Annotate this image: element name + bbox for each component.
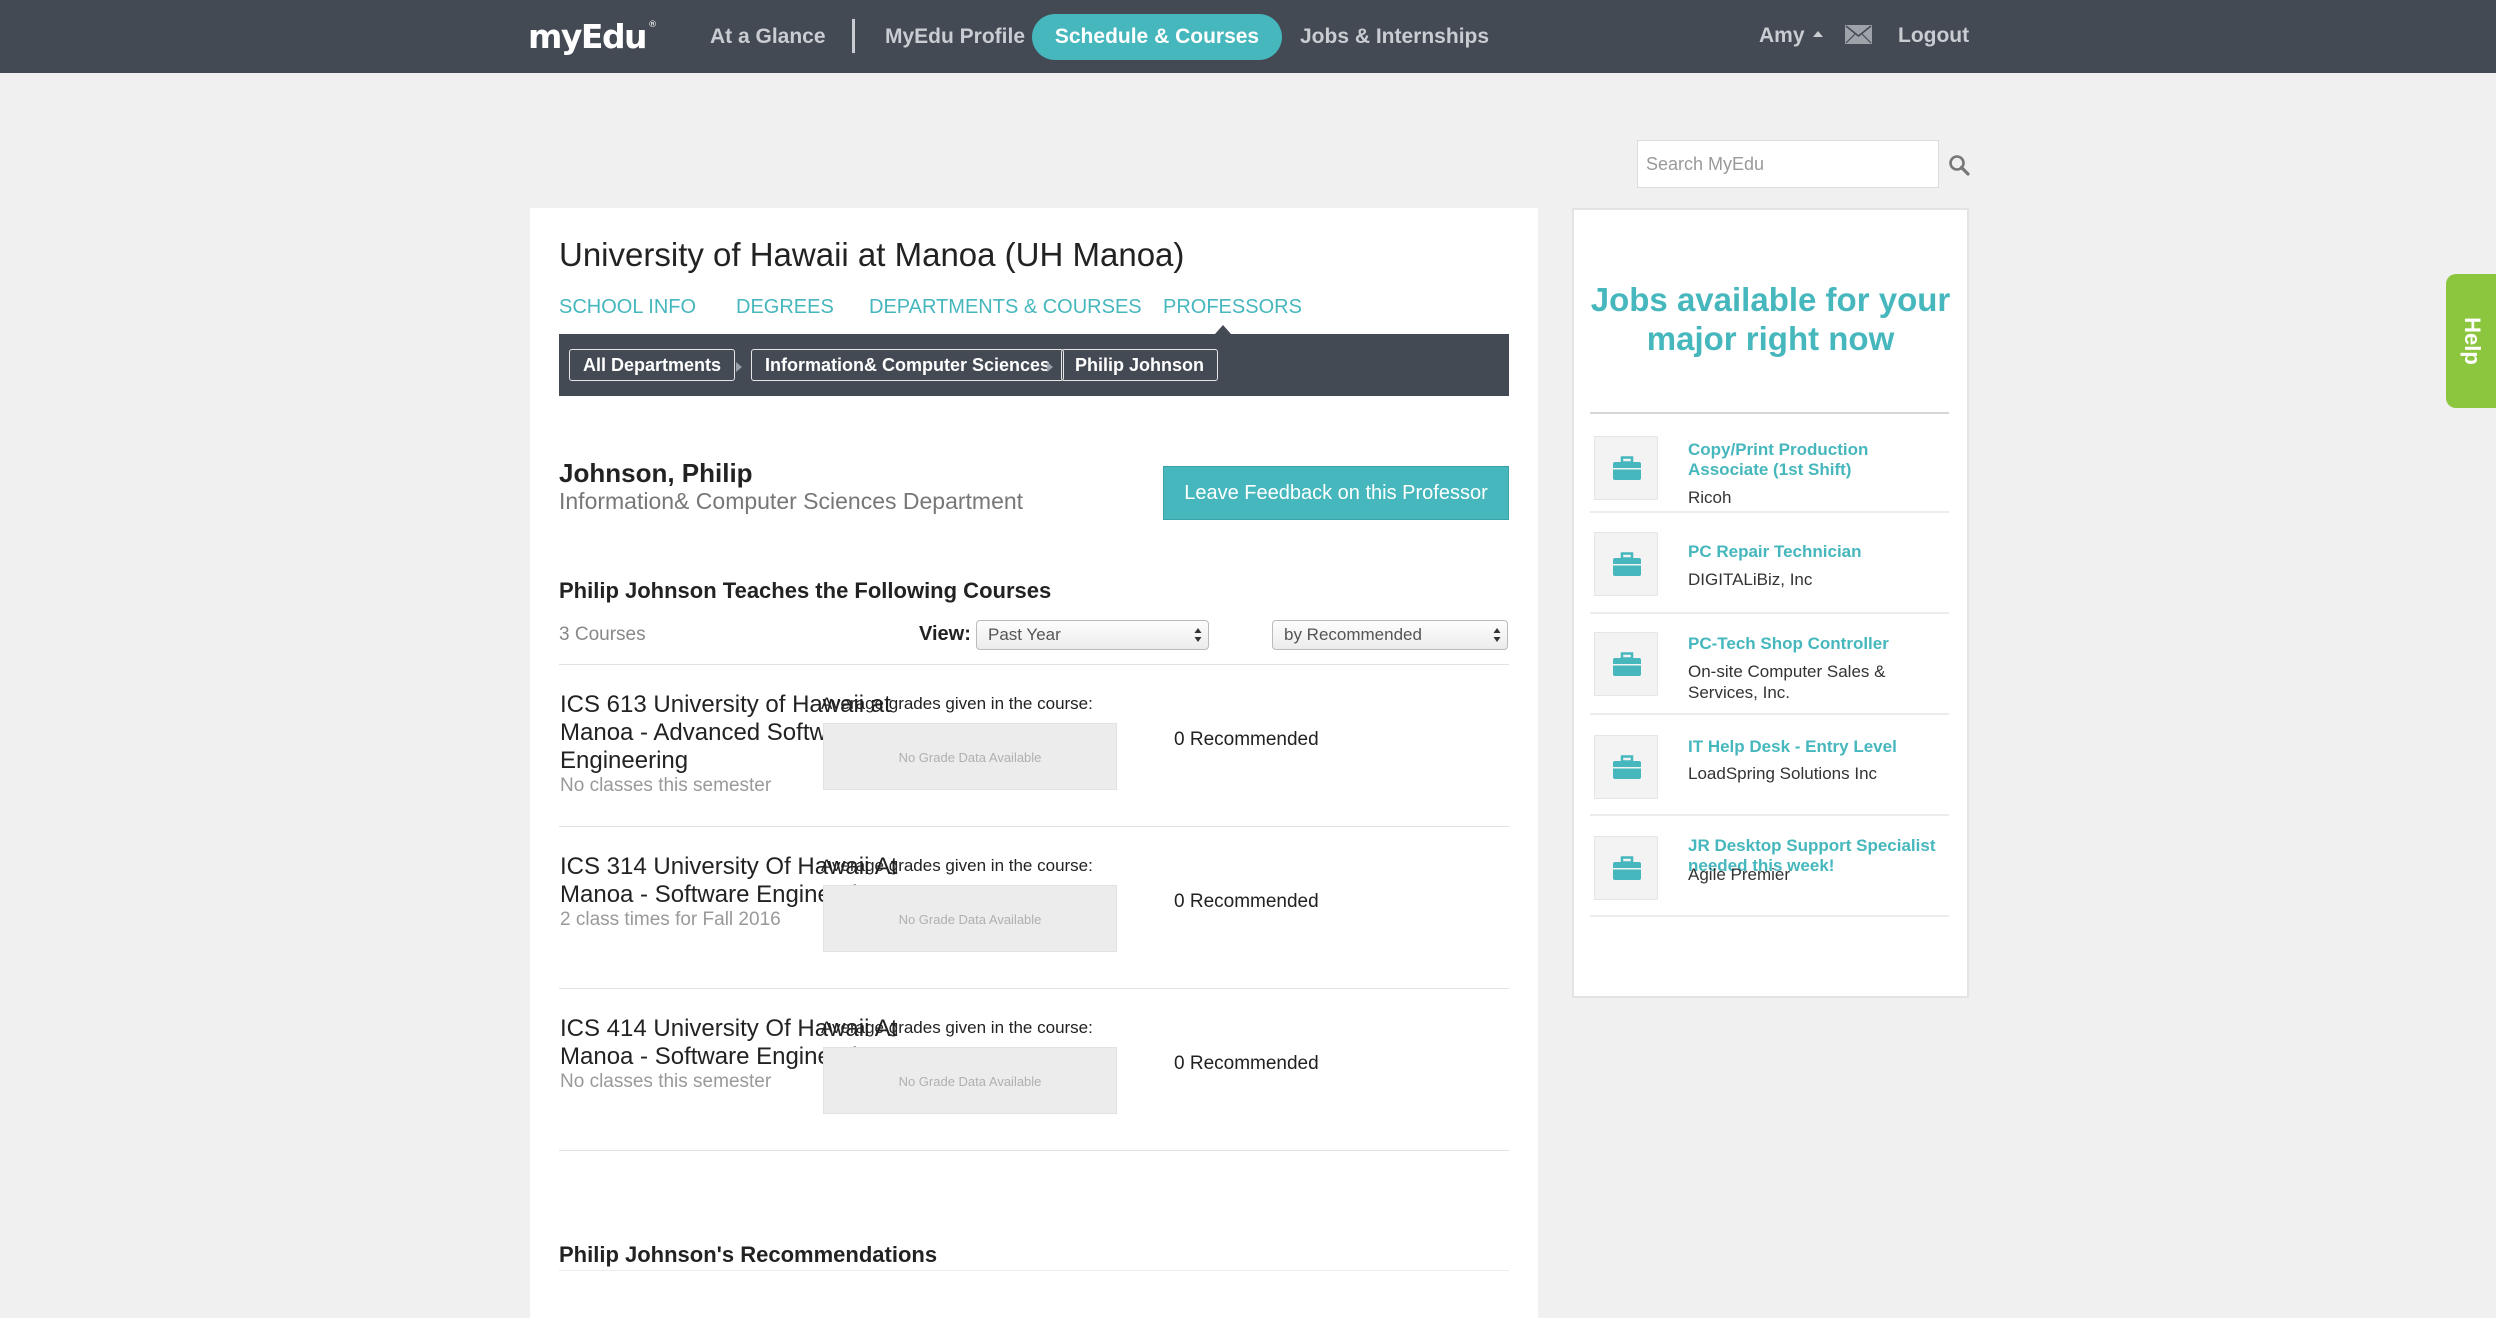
breadcrumb-separator-icon [736,362,742,372]
list-divider [559,664,1509,665]
nav-schedule-courses[interactable]: Schedule & Courses [1032,14,1282,60]
jobs-heading: Jobs available for your major right now [1590,281,1951,357]
briefcase-icon [1613,456,1641,480]
grade-chart-placeholder: No Grade Data Available [823,1047,1117,1114]
nav-myedu-profile[interactable]: MyEdu Profile [885,18,1025,55]
active-tab-pointer [1215,325,1231,334]
breadcrumb: All Departments Information& Computer Sc… [559,334,1509,396]
job-icon [1594,436,1658,500]
breadcrumb-department[interactable]: Information& Computer Sciences [751,349,1065,381]
grades-label: Average grades given in the course: [821,1018,1093,1037]
professor-department: Information& Computer Sciences Departmen… [559,488,1024,514]
job-listing[interactable]: IT Help Desk - Entry Level LoadSpring So… [1590,717,1949,816]
job-icon [1594,735,1658,799]
course-row: ICS 314 University Of Hawaii At Manoa - … [559,853,1509,1015]
job-listing[interactable]: JR Desktop Support Specialist needed thi… [1590,818,1949,917]
list-divider [559,826,1509,827]
tab-professors[interactable]: PROFESSORS [1163,296,1302,319]
course-row: ICS 414 University Of Hawaii At Manoa - … [559,1015,1509,1177]
professor-name: Johnson, Philip [559,458,753,488]
job-company: Ricoh [1688,488,1732,507]
help-label: Help [2460,317,2485,365]
nav-jobs-internships[interactable]: Jobs & Internships [1300,18,1489,55]
recommendations-heading: Philip Johnson's Recommendations [559,1242,938,1267]
job-company: On-site Computer Sales & Services, Inc. [1688,662,1886,702]
list-divider [559,1270,1509,1271]
nav-at-a-glance[interactable]: At a Glance [710,18,826,55]
job-company: DIGITALiBiz, Inc [1688,570,1813,589]
user-menu[interactable]: Amy [1759,18,1823,53]
view-label: View: [919,623,971,645]
top-navigation-bar: myEdu ® At a Glance MyEdu Profile Schedul… [0,0,2496,73]
job-icon [1594,532,1658,596]
courses-heading: Philip Johnson Teaches the Following Cou… [559,578,1052,603]
briefcase-icon [1613,856,1641,880]
job-icon [1594,836,1658,900]
logout-link[interactable]: Logout [1898,18,1969,53]
tab-departments-courses[interactable]: DEPARTMENTS & COURSES [869,296,1142,319]
select-arrows-icon [1493,628,1501,642]
job-title[interactable]: IT Help Desk - Entry Level [1688,737,1943,757]
job-company: Agile Premier [1688,865,1791,884]
professor-content-card: University of Hawaii at Manoa (UH Manoa)… [530,208,1538,1318]
job-title[interactable]: Copy/Print Production Associate (1st Shi… [1688,440,1943,480]
tab-school-info[interactable]: SCHOOL INFO [559,296,696,319]
search-icon[interactable] [1948,154,1970,176]
period-select[interactable]: Past Year [976,620,1209,650]
grades-label: Average grades given in the course: [821,856,1093,875]
briefcase-icon [1613,552,1641,576]
sort-select[interactable]: by Recommended [1272,620,1508,650]
grades-label: Average grades given in the course: [821,694,1093,713]
tab-degrees[interactable]: DEGREES [736,296,834,319]
breadcrumb-professor[interactable]: Philip Johnson [1061,349,1218,381]
job-icon [1594,632,1658,696]
select-arrows-icon [1194,628,1202,642]
search-input[interactable] [1637,140,1939,188]
briefcase-icon [1613,652,1641,676]
logo-text: myEdu [528,17,648,56]
course-row: ICS 613 University of Hawaii at Manoa - … [559,691,1509,853]
briefcase-icon [1613,755,1641,779]
grade-chart-placeholder: No Grade Data Available [823,885,1117,952]
page-title: University of Hawaii at Manoa (UH Manoa) [559,236,1185,273]
leave-feedback-button[interactable]: Leave Feedback on this Professor [1163,466,1509,520]
list-divider [559,988,1509,989]
sort-select-value: by Recommended [1284,625,1422,644]
jobs-sidebar: Jobs available for your major right now … [1572,208,1969,998]
course-count: 3 Courses [559,624,646,645]
recommended-count: 0 Recommended [1174,1053,1319,1074]
job-listing[interactable]: PC Repair Technician DIGITALiBiz, Inc [1590,515,1949,614]
job-company: LoadSpring Solutions Inc [1688,764,1878,783]
user-name: Amy [1759,24,1805,47]
list-divider [559,1150,1509,1151]
job-listing[interactable]: PC-Tech Shop Controller On-site Computer… [1590,616,1949,715]
envelope-icon[interactable] [1845,25,1872,44]
myedu-logo[interactable]: myEdu ® [528,18,657,56]
help-tab[interactable]: Help [2446,274,2496,408]
recommended-count: 0 Recommended [1174,729,1319,750]
job-listing[interactable]: Copy/Print Production Associate (1st Shi… [1590,414,1949,513]
job-title[interactable]: PC-Tech Shop Controller [1688,634,1943,654]
registered-mark: ® [648,20,658,30]
breadcrumb-separator-icon [1047,362,1053,372]
breadcrumb-all-departments[interactable]: All Departments [569,349,736,381]
period-select-value: Past Year [988,625,1061,644]
job-title[interactable]: PC Repair Technician [1688,542,1943,562]
grade-chart-placeholder: No Grade Data Available [823,723,1117,790]
caret-up-icon [1812,31,1823,38]
nav-divider [852,19,855,53]
recommended-count: 0 Recommended [1174,891,1319,912]
